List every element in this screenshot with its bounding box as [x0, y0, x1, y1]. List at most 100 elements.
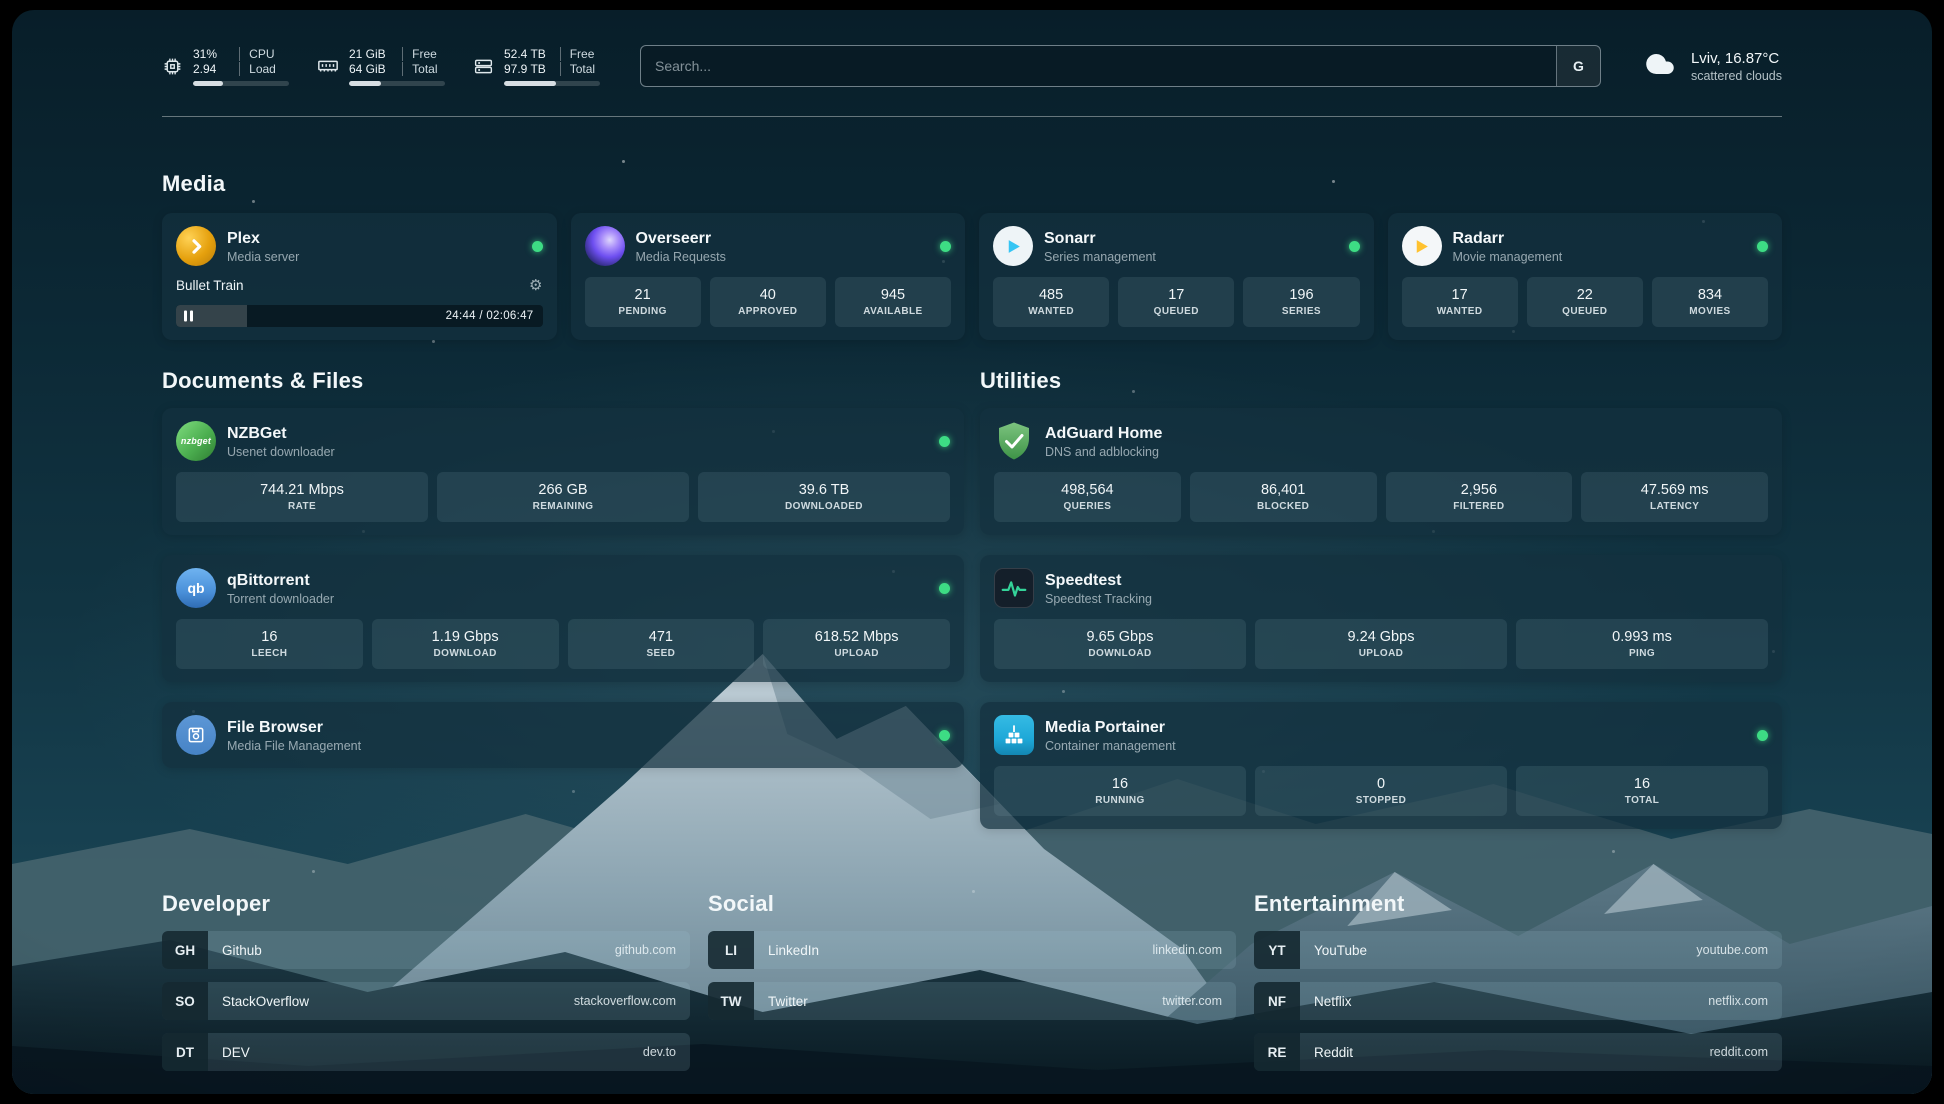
status-online-dot — [939, 436, 950, 447]
bookmark-dev[interactable]: DT DEV dev.to — [162, 1033, 690, 1071]
adguard-icon — [994, 421, 1034, 461]
app-card-plex[interactable]: Plex Media server Bullet Train ⚙ 24:44 /… — [162, 213, 557, 340]
app-card-nzbget[interactable]: nzbget NZBGet Usenet downloader 744.21 M… — [162, 408, 964, 535]
cpu-load-value: 2.94 — [193, 62, 239, 76]
stat-label: SEED — [646, 648, 675, 659]
now-playing-row: Bullet Train ⚙ — [176, 278, 543, 293]
section-title-media: Media — [162, 171, 1782, 197]
stat-upload: 9.24 Gbps UPLOAD — [1255, 619, 1507, 669]
bookmark-reddit[interactable]: RE Reddit reddit.com — [1254, 1033, 1782, 1071]
ram-icon — [317, 55, 339, 77]
stat-label: REMAINING — [533, 501, 594, 512]
stat-value: 40 — [760, 287, 776, 303]
pause-icon[interactable] — [184, 311, 193, 322]
stat-approved: 40 APPROVED — [710, 277, 826, 327]
section-title-documents: Documents & Files — [162, 368, 964, 394]
stat-queries: 498,564 QUERIES — [994, 472, 1181, 522]
bookmark-url: github.com — [615, 931, 690, 969]
stat-label: BLOCKED — [1257, 501, 1309, 512]
weather-location: Lviv, 16.87°C — [1691, 50, 1782, 67]
cpu-load-label: Load — [239, 62, 289, 76]
status-online-dot — [1349, 241, 1360, 252]
stat-value: 39.6 TB — [799, 482, 850, 498]
app-card-adguard[interactable]: AdGuard Home DNS and adblocking 498,564 … — [980, 408, 1782, 535]
stat-label: DOWNLOAD — [434, 648, 497, 659]
bookmark-twitter[interactable]: TW Twitter twitter.com — [708, 982, 1236, 1020]
cloud-icon — [1641, 49, 1679, 84]
stat-filtered: 2,956 FILTERED — [1386, 472, 1573, 522]
stat-value: 1.19 Gbps — [432, 629, 499, 645]
bookmark-url: youtube.com — [1696, 931, 1782, 969]
now-playing-title: Bullet Train — [176, 278, 244, 293]
bookmark-linkedin[interactable]: LI LinkedIn linkedin.com — [708, 931, 1236, 969]
stat-label: PENDING — [618, 306, 666, 317]
stat-value: 9.24 Gbps — [1348, 629, 1415, 645]
stat-value: 17 — [1168, 287, 1184, 303]
app-subtitle: Media File Management — [227, 739, 361, 753]
app-card-radarr[interactable]: Radarr Movie management 17 WANTED 22 QUE… — [1388, 213, 1783, 340]
app-card-portainer[interactable]: Media Portainer Container management 16 … — [980, 702, 1782, 829]
stat-value: 945 — [881, 287, 905, 303]
app-card-qbittorrent[interactable]: qb qBittorrent Torrent downloader 16 — [162, 555, 964, 682]
section-title-entertainment: Entertainment — [1254, 891, 1782, 917]
stat-value: 16 — [1112, 776, 1128, 792]
app-name: NZBGet — [227, 424, 335, 443]
app-card-sonarr[interactable]: Sonarr Series management 485 WANTED 17 Q… — [979, 213, 1374, 340]
stat-wanted: 485 WANTED — [993, 277, 1109, 327]
stat-label: SERIES — [1282, 306, 1321, 317]
stat-label: QUEUED — [1562, 306, 1607, 317]
bookmark-name: StackOverflow — [208, 982, 309, 1020]
bookmark-name: DEV — [208, 1033, 250, 1071]
stat-remaining: 266 GB REMAINING — [437, 472, 689, 522]
header-divider — [162, 116, 1782, 117]
bookmark-name: Twitter — [754, 982, 808, 1020]
stat-label: AVAILABLE — [863, 306, 922, 317]
stat-label: RUNNING — [1095, 795, 1144, 806]
app-subtitle: Series management — [1044, 250, 1156, 264]
bookmark-youtube[interactable]: YT YouTube youtube.com — [1254, 931, 1782, 969]
playback-progress-bar[interactable]: 24:44 / 02:06:47 — [176, 305, 543, 327]
qbittorrent-icon: qb — [176, 568, 216, 608]
stat-label: WANTED — [1028, 306, 1074, 317]
bookmark-name: LinkedIn — [754, 931, 819, 969]
stat-value: 834 — [1698, 287, 1722, 303]
dashboard-screen: 31% CPU 2.94 Load — [12, 10, 1932, 1094]
radarr-icon — [1402, 226, 1442, 266]
search-input[interactable] — [641, 46, 1556, 86]
section-utilities: Utilities — [980, 340, 1782, 829]
stat-value: 196 — [1289, 287, 1313, 303]
qbittorrent-icon-text: qb — [187, 580, 204, 596]
disk-progress-bar — [504, 81, 600, 86]
bookmark-netflix[interactable]: NF Netflix netflix.com — [1254, 982, 1782, 1020]
stat-label: MOVIES — [1689, 306, 1730, 317]
bookmark-github[interactable]: GH Github github.com — [162, 931, 690, 969]
stat-series: 196 SERIES — [1243, 277, 1359, 327]
app-card-overseerr[interactable]: Overseerr Media Requests 21 PENDING 40 A… — [571, 213, 966, 340]
stat-value: 744.21 Mbps — [260, 482, 344, 498]
weather-widget[interactable]: Lviv, 16.87°C scattered clouds — [1641, 49, 1782, 84]
search-engine-button[interactable]: G — [1556, 46, 1600, 86]
stat-label: STOPPED — [1356, 795, 1406, 806]
bookmark-stackoverflow[interactable]: SO StackOverflow stackoverflow.com — [162, 982, 690, 1020]
stat-ping: 0.993 ms PING — [1516, 619, 1768, 669]
app-card-speedtest[interactable]: Speedtest Speedtest Tracking 9.65 Gbps D… — [980, 555, 1782, 682]
app-card-filebrowser[interactable]: File Browser Media File Management — [162, 702, 964, 768]
bookmark-url: dev.to — [643, 1033, 690, 1071]
section-title-developer: Developer — [162, 891, 690, 917]
stat-value: 485 — [1039, 287, 1063, 303]
status-online-dot — [1757, 730, 1768, 741]
stat-label: LATENCY — [1650, 501, 1699, 512]
stat-label: QUEUED — [1154, 306, 1199, 317]
app-subtitle: Torrent downloader — [227, 592, 334, 606]
stat-value: 16 — [1634, 776, 1650, 792]
bookmark-name: YouTube — [1300, 931, 1367, 969]
stat-value: 16 — [261, 629, 277, 645]
overseerr-icon — [585, 226, 625, 266]
bookmark-abbr: DT — [162, 1033, 208, 1071]
section-entertainment: Entertainment YT YouTube youtube.com NF … — [1254, 891, 1782, 1071]
nzbget-icon: nzbget — [176, 421, 216, 461]
stat-movies: 834 MOVIES — [1652, 277, 1768, 327]
stat-available: 945 AVAILABLE — [835, 277, 951, 327]
stat-pending: 21 PENDING — [585, 277, 701, 327]
gear-icon[interactable]: ⚙ — [529, 278, 542, 293]
